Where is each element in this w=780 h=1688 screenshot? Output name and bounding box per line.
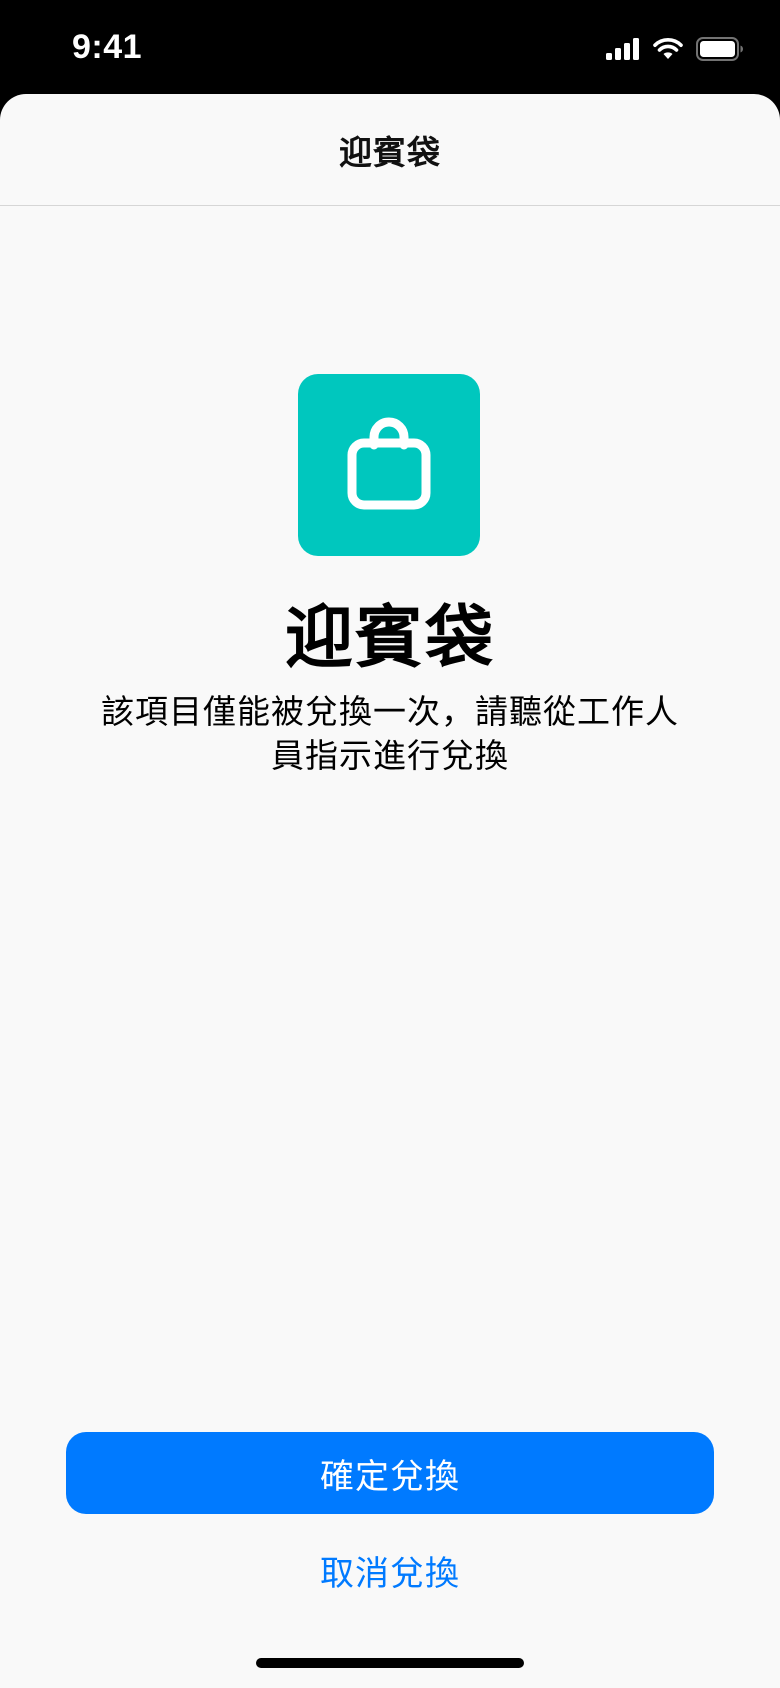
confirm-redeem-button[interactable]: 確定兌換: [66, 1432, 714, 1514]
battery-icon: [696, 37, 744, 65]
wifi-icon: [652, 37, 684, 65]
navigation-bar: 迎賓袋: [0, 94, 780, 206]
item-title: 迎賓袋: [284, 599, 495, 678]
status-icons: [606, 36, 744, 66]
item-icon-tile: [298, 374, 480, 556]
status-time: 9:41: [72, 28, 143, 66]
status-bar: 9:41: [0, 0, 780, 94]
nav-title: 迎賓袋: [339, 132, 441, 172]
cancel-redeem-button[interactable]: 取消兌換: [240, 1540, 540, 1600]
item-description: 該項目僅能被兌換一次，請聽從工作人員指示進行兌換: [101, 692, 679, 775]
cellular-signal-icon: [606, 38, 640, 64]
shopping-bag-icon: [344, 415, 434, 515]
home-indicator: [256, 1658, 524, 1668]
modal-sheet: 迎賓袋 迎賓袋 該項目僅能被兌換一次，請聽從工作人員指示進行兌換 確定兌換 取消…: [0, 94, 780, 1688]
app-screen: 9:41 迎賓袋 迎賓袋 該項目僅能被兌換一次，請聽從工作人員指示進行兌換 確定…: [0, 0, 780, 1688]
